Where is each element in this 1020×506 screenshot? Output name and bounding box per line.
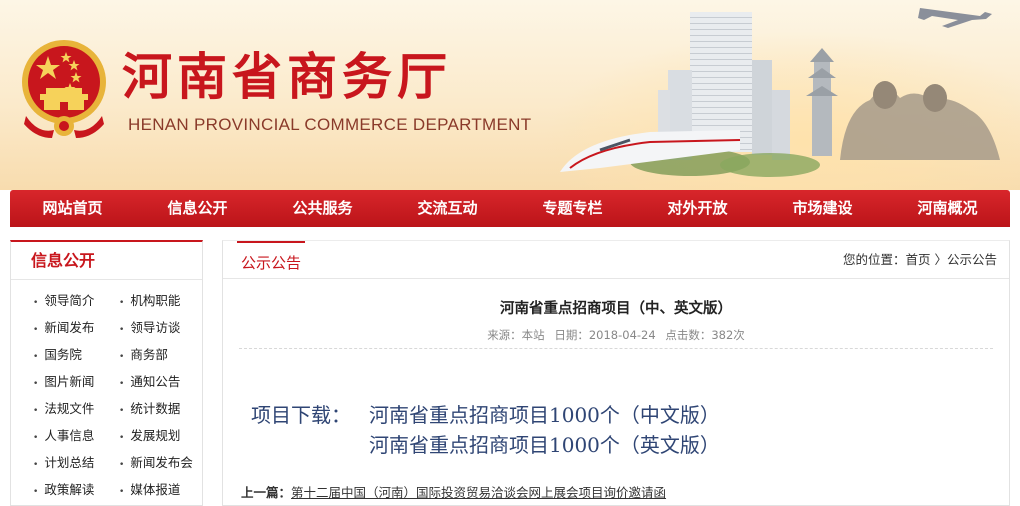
bullet-icon: •	[33, 433, 39, 443]
download-link-english[interactable]: 河南省重点招商项目1000个（英文版）	[369, 429, 720, 458]
sidebar-item-statistics[interactable]: • 统计数据	[119, 400, 205, 418]
site-subtitle: HENAN PROVINCIAL COMMERCE DEPARTMENT	[128, 115, 532, 134]
article-meta: 来源：本站 日期：2018-04-24 点击数：382次	[223, 327, 1009, 343]
sidebar-heading: 信息公开	[11, 242, 202, 280]
nav-item-special-topics[interactable]: 专题专栏	[510, 190, 635, 227]
breadcrumb-current[interactable]: 公示公告	[947, 252, 997, 267]
bullet-icon: •	[119, 352, 125, 362]
nav-item-market-construction[interactable]: 市场建设	[760, 190, 885, 227]
sidebar-item-mofcom[interactable]: • 商务部	[119, 346, 205, 364]
previous-article-link[interactable]: 第十二届中国（河南）国际投资贸易洽谈会网上展会项目询价邀请函	[291, 485, 666, 500]
bullet-icon: •	[33, 352, 39, 362]
breadcrumb: 您的位置：首页 〉公示公告	[843, 241, 997, 279]
sidebar-item-media-reports[interactable]: • 媒体报道	[119, 481, 205, 499]
nav-item-henan-overview[interactable]: 河南概况	[885, 190, 1010, 227]
sidebar-item-press-conference[interactable]: • 新闻发布会	[119, 454, 205, 472]
sidebar-item-interviews[interactable]: • 领导访谈	[119, 319, 205, 337]
bullet-icon: •	[119, 487, 125, 497]
sidebar-item-state-council[interactable]: • 国务院	[33, 346, 119, 364]
breadcrumb-separator: 〉	[930, 252, 947, 267]
header-banner: 河南省商务厅 HENAN PROVINCIAL COMMERCE DEPARTM…	[0, 0, 1020, 190]
national-emblem-icon	[22, 40, 106, 138]
bullet-icon: •	[119, 460, 125, 470]
breadcrumb-home[interactable]: 首页	[905, 252, 930, 267]
bullet-icon: •	[119, 298, 125, 308]
sidebar-item-policy-interpretation[interactable]: • 政策解读	[33, 481, 119, 499]
sidebar-item-functions[interactable]: • 机构职能	[119, 292, 205, 310]
nav-item-public-service[interactable]: 公共服务	[260, 190, 385, 227]
download-label: 项目下载：	[251, 403, 351, 427]
bullet-icon: •	[119, 325, 125, 335]
download-link-chinese[interactable]: 河南省重点招商项目1000个（中文版）	[369, 399, 720, 428]
previous-article: 上一篇：第十二届中国（河南）国际投资贸易洽谈会网上展会项目询价邀请函	[241, 482, 666, 501]
sidebar-item-notices[interactable]: • 通知公告	[119, 373, 205, 391]
sidebar-list: • 领导简介 • 机构职能 • 新闻发布 • 领导访谈 • 国务院 • 商务部 • 图片新闻 …	[11, 280, 202, 499]
main-nav: 网站首页 信息公开 公共服务 交流互动 专题专栏 对外开放 市场建设 河南概况	[10, 190, 1010, 227]
divider	[239, 348, 993, 349]
previous-article-label: 上一篇：	[241, 485, 292, 500]
tab-announcements[interactable]: 公示公告	[237, 241, 306, 279]
bullet-icon: •	[33, 487, 39, 497]
breadcrumb-prefix: 您的位置：	[842, 252, 906, 267]
sidebar-item-plan-summary[interactable]: • 计划总结	[33, 454, 119, 472]
article-date: 日期：2018-04-24	[554, 328, 656, 342]
nav-item-info-disclosure[interactable]: 信息公开	[135, 190, 260, 227]
bullet-icon: •	[33, 325, 39, 335]
sidebar-item-regulations[interactable]: • 法规文件	[33, 400, 119, 418]
bullet-icon: •	[33, 406, 39, 416]
bullet-icon: •	[33, 460, 39, 470]
article-source: 来源：本站	[487, 328, 545, 342]
sidebar-item-leaders[interactable]: • 领导简介	[33, 292, 119, 310]
airplane-icon	[918, 8, 992, 28]
bullet-icon: •	[119, 433, 125, 443]
sidebar-item-planning[interactable]: • 发展规划	[119, 427, 205, 445]
nav-item-home[interactable]: 网站首页	[10, 190, 135, 227]
article-title: 河南省重点招商项目（中、英文版）	[500, 301, 732, 317]
bullet-icon: •	[119, 379, 125, 389]
sidebar-item-personnel[interactable]: • 人事信息	[33, 427, 119, 445]
sidebar-item-news-release[interactable]: • 新闻发布	[33, 319, 119, 337]
nav-item-opening-up[interactable]: 对外开放	[635, 190, 760, 227]
nav-item-interaction[interactable]: 交流互动	[385, 190, 510, 227]
site-title: 河南省商务厅	[122, 47, 452, 106]
bullet-icon: •	[119, 406, 125, 416]
bullet-icon: •	[33, 298, 39, 308]
sidebar-item-photo-news[interactable]: • 图片新闻	[33, 373, 119, 391]
main-content: 公示公告 您的位置：首页 〉公示公告 河南省重点招商项目（中、英文版） 来源：本…	[222, 240, 1010, 506]
main-header: 公示公告 您的位置：首页 〉公示公告	[223, 241, 1009, 279]
bullet-icon: •	[33, 379, 39, 389]
article-clicks: 点击数：382次	[665, 328, 745, 342]
city-skyline-illustration	[560, 8, 1000, 177]
sidebar: 信息公开 • 领导简介 • 机构职能 • 新闻发布 • 领导访谈 • 国务院 • 商务部 •…	[10, 240, 203, 506]
